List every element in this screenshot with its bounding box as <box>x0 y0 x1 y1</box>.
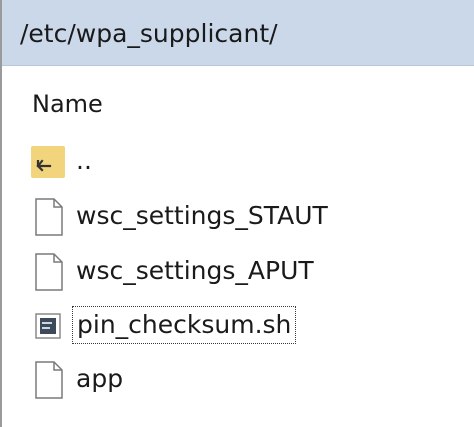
list-item-parent[interactable]: .. <box>28 142 448 182</box>
list-item-label: pin_checksum.sh <box>72 306 297 344</box>
parent-folder-icon <box>28 142 68 182</box>
list-item-label: app <box>76 364 124 393</box>
list-item-file[interactable]: wsc_settings_STAUT <box>28 197 448 237</box>
path-text: /etc/wpa_supplicant/ <box>20 19 278 48</box>
path-bar[interactable]: /etc/wpa_supplicant/ <box>2 0 474 66</box>
file-icon <box>28 252 68 292</box>
list-item-label: wsc_settings_APUT <box>76 256 314 285</box>
file-icon <box>28 197 68 237</box>
list-item-file[interactable]: app <box>28 360 448 400</box>
list-item-file[interactable]: wsc_settings_APUT <box>28 252 448 292</box>
list-item-file-focused[interactable]: pin_checksum.sh <box>28 306 448 346</box>
list-item-label: .. <box>76 146 92 175</box>
file-browser-panel: /etc/wpa_supplicant/ Name .. wsc_setting… <box>0 0 474 427</box>
list-item-label: wsc_settings_STAUT <box>76 201 328 230</box>
script-file-icon <box>28 306 68 346</box>
name-column-header[interactable]: Name <box>32 89 103 119</box>
file-icon <box>28 360 68 400</box>
